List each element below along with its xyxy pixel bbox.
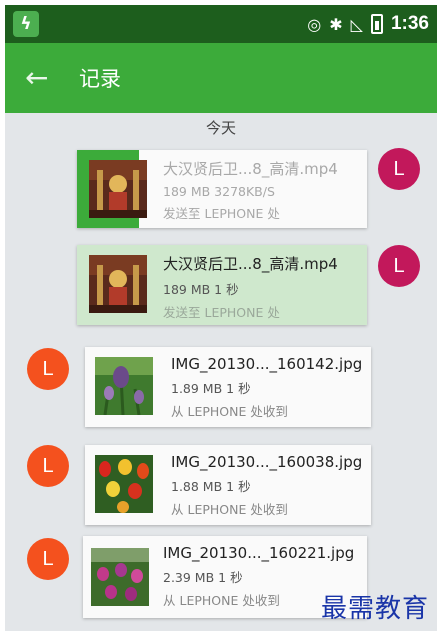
battery-icon: [370, 14, 383, 34]
file-info: 大汉贤后卫...8_高清.mp4 189 MB 3278KB/S 发送至 LEP…: [163, 158, 361, 222]
file-meta: 2.39 MB 1 秒: [163, 570, 243, 585]
transfer-card-received[interactable]: IMG_20130..._160142.jpg 1.89 MB 1 秒 从 LE…: [85, 347, 371, 427]
file-meta: 1.88 MB 1 秒: [171, 479, 251, 494]
file-name: IMG_20130..._160038.jpg: [171, 453, 363, 471]
avatar[interactable]: L: [27, 538, 69, 580]
transfer-card-sent[interactable]: 大汉贤后卫...8_高清.mp4 189 MB 1 秒 发送至 LEPHONE …: [77, 245, 367, 325]
file-meta: 1.89 MB 1 秒: [171, 381, 251, 396]
file-name: 大汉贤后卫...8_高清.mp4: [163, 160, 338, 178]
bluetooth-icon: ✱: [329, 14, 343, 34]
file-info: 大汉贤后卫...8_高清.mp4 189 MB 1 秒 发送至 LEPHONE …: [163, 253, 361, 321]
status-bar: ϟ ◎ ✱ ◺ 1:36: [5, 5, 437, 43]
transfer-card-received[interactable]: IMG_20130..._160038.jpg 1.88 MB 1 秒 从 LE…: [85, 445, 371, 525]
avatar[interactable]: L: [27, 348, 69, 390]
video-thumbnail: [89, 160, 147, 218]
no-signal-icon: ◺: [350, 14, 363, 34]
watermark: 最需教育: [320, 594, 429, 624]
status-time: 1:36: [390, 13, 429, 34]
file-name: IMG_20130..._160142.jpg: [171, 355, 363, 373]
avatar[interactable]: L: [27, 445, 69, 487]
transfer-card-sending[interactable]: 大汉贤后卫...8_高清.mp4 189 MB 3278KB/S 发送至 LEP…: [77, 150, 367, 228]
file-meta: 189 MB 1 秒: [163, 282, 239, 297]
hotspot-icon: ◎: [307, 14, 322, 34]
transfer-status: 从 LEPHONE 处收到: [171, 502, 288, 517]
file-name: IMG_20130..._160221.jpg: [163, 544, 355, 562]
video-thumbnail: [89, 255, 147, 313]
status-icons: ◎ ✱ ◺ 1:36: [307, 5, 429, 43]
file-info: IMG_20130..._160038.jpg 1.88 MB 1 秒 从 LE…: [171, 453, 365, 518]
back-arrow-icon[interactable]: ←: [25, 64, 63, 92]
file-info: IMG_20130..._160142.jpg 1.89 MB 1 秒 从 LE…: [171, 355, 365, 420]
app-screen: ϟ ◎ ✱ ◺ 1:36 ← 记录 今天 大汉贤后卫...8_高清.mp4 18…: [5, 5, 437, 631]
transfer-status: 发送至 LEPHONE 处: [163, 305, 280, 320]
file-name: 大汉贤后卫...8_高清.mp4: [163, 255, 338, 273]
transfer-status: 从 LEPHONE 处收到: [171, 404, 288, 419]
page-title: 记录: [79, 67, 121, 91]
image-thumbnail: [95, 455, 153, 513]
transfer-status: 发送至 LEPHONE 处: [163, 206, 280, 221]
flash-notification-icon: ϟ: [13, 11, 39, 37]
image-thumbnail: [95, 357, 153, 415]
file-meta: 189 MB 3278KB/S: [163, 184, 275, 199]
app-bar: ← 记录: [5, 43, 437, 113]
avatar[interactable]: L: [378, 245, 420, 287]
date-header: 今天: [205, 119, 236, 137]
avatar[interactable]: L: [378, 148, 420, 190]
image-thumbnail: [91, 548, 149, 606]
